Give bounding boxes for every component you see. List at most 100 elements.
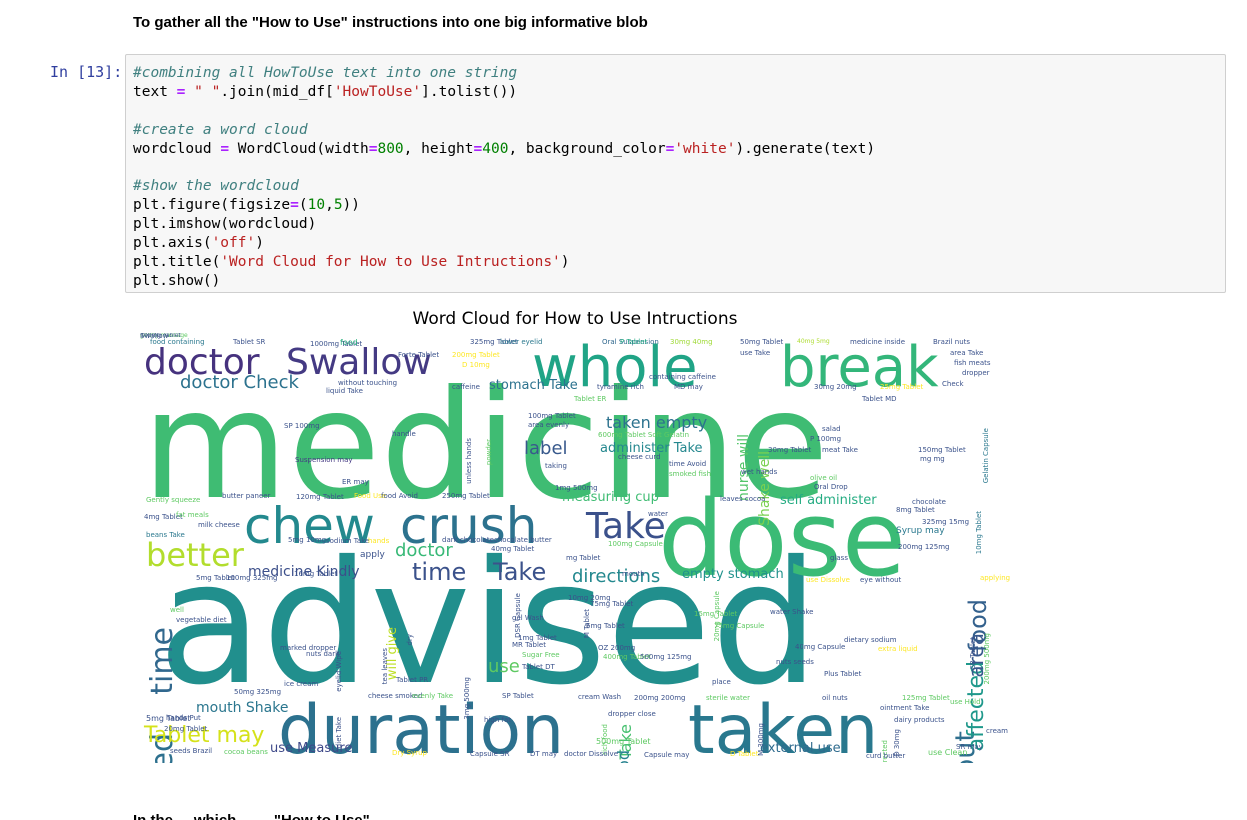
wordcloud-word: Sugar Free xyxy=(522,651,560,659)
wordcloud-word: butter paneer xyxy=(222,492,271,500)
wordcloud-word: stomach Take xyxy=(489,378,578,393)
wordcloud-word: Tablet PR xyxy=(396,676,429,684)
wordcloud-word: dairy products xyxy=(894,716,945,724)
wordcloud-word: Gently squeeze xyxy=(146,496,201,504)
wordcloud-word: Shake well xyxy=(757,451,773,526)
wordcloud-word: 16mg Tablet xyxy=(294,570,338,578)
wordcloud-word: medicine inside xyxy=(850,338,905,346)
wordcloud-word: mouth xyxy=(622,570,645,578)
wordcloud-word: caffeine xyxy=(452,383,480,391)
wordcloud-word: cream Take xyxy=(986,727,1010,735)
code-line: plt.figure(figsize=(10,5)) xyxy=(133,197,361,214)
markdown-heading: To gather all the "How to Use" instructi… xyxy=(133,14,648,31)
wordcloud-word: glass xyxy=(830,554,848,562)
wordcloud-word: cream Wash xyxy=(578,693,622,701)
wordcloud-word: 1mg 500mg xyxy=(555,484,598,492)
wordcloud-word: 50mg Tablet xyxy=(740,338,784,346)
wordcloud-word: eyelid Wipe xyxy=(335,651,343,692)
wordcloud-word: 100mg Tablet xyxy=(528,412,576,420)
wordcloud-word: dropper xyxy=(962,369,990,377)
wordcloud-word: time xyxy=(412,558,467,586)
wordcloud-word: P Tablet xyxy=(620,338,648,346)
wordcloud-word: Tablet MD xyxy=(862,395,897,403)
wordcloud-word: external use xyxy=(760,741,841,756)
wordcloud-word: 10mg Tablet xyxy=(975,511,983,555)
wordcloud-word: 40mg 5mg xyxy=(797,338,830,345)
wordcloud-word: diet Take xyxy=(335,717,343,749)
wordcloud-word: Dry Syrup xyxy=(392,749,427,757)
wordcloud-word: MR Tablet xyxy=(512,641,546,649)
wordcloud-word: taking xyxy=(545,462,567,470)
wordcloud-word: MD may xyxy=(674,383,703,391)
wordcloud-word: 100mg 325mg xyxy=(226,574,278,582)
wordcloud-word: smoked fish xyxy=(669,470,712,478)
wordcloud-word: use Hold xyxy=(950,698,981,706)
wordcloud-word: dropper close xyxy=(608,710,656,718)
wordcloud-word: tea leaves xyxy=(381,648,389,685)
wordcloud-word: OZ 200mg xyxy=(598,644,636,652)
wordcloud-word: use Dissolve xyxy=(806,576,850,584)
wordcloud-word: chocolate butter xyxy=(494,536,552,544)
wordcloud-word: SP 100mg xyxy=(284,422,320,430)
wordcloud-word: SP Tablet xyxy=(502,692,534,700)
wordcloud-word: liquid Take xyxy=(326,387,363,395)
wordcloud-word: dark chocolate xyxy=(442,536,494,544)
wordcloud-word: fish meats xyxy=(954,359,991,367)
wordcloud-word: doctor Dissolve xyxy=(564,750,619,758)
wordcloud-word: mg mg xyxy=(920,455,945,463)
wordcloud-word: oil nuts xyxy=(822,694,848,702)
wordcloud-word: 100mg Capsule xyxy=(608,540,663,548)
wordcloud-word: Forte Tablet xyxy=(398,351,440,359)
wordcloud-word: 500mg Tablet xyxy=(596,737,651,746)
wordcloud-word: D Tablet xyxy=(730,750,759,758)
wordcloud-word: Take xyxy=(493,558,547,586)
wordcloud-word: vegetable diet xyxy=(176,616,227,624)
wordcloud-word: 75mg Capsule xyxy=(714,622,765,630)
wordcloud-word: 40mg Capsule xyxy=(795,643,846,651)
wordcloud-word: DSR Capsule xyxy=(514,593,522,638)
wordcloud-word: cocoa beans xyxy=(224,748,268,756)
wordcloud-word: 200mg 200mg xyxy=(634,694,686,702)
wordcloud-word: 40mg Tablet xyxy=(491,545,535,553)
wordcloud-word: 200mg 500mg xyxy=(983,633,991,685)
plot-title: Word Cloud for How to Use Intructions xyxy=(412,309,738,329)
wordcloud-word: 30mg 20mg xyxy=(814,383,857,391)
wordcloud-word: 150mg Tablet xyxy=(918,446,966,454)
wordcloud-word: place xyxy=(712,678,731,686)
cell-prompt: In [13]: xyxy=(50,63,123,81)
code-editor[interactable]: #combining all HowToUse text into one st… xyxy=(133,64,875,291)
wordcloud-word: time Avoid xyxy=(669,460,707,468)
wordcloud-word: food xyxy=(614,750,633,763)
wordcloud-word: Tablet SR xyxy=(233,338,266,346)
wordcloud-word: 600mg Tablet Soft Gelatin xyxy=(598,431,690,439)
wordcloud-word: dietary sodium xyxy=(844,636,897,644)
wordcloud-word: 200mg 125mg xyxy=(898,543,950,551)
wordcloud-word: Check xyxy=(942,380,964,388)
wordcloud-word: eye without xyxy=(860,576,902,584)
wordcloud-word: containing caffeine xyxy=(649,373,716,381)
wordcloud-word: ice cream xyxy=(284,680,319,688)
wordcloud-word: handle xyxy=(392,430,416,438)
code-line: #show the wordcloud xyxy=(133,178,299,195)
wordcloud-word: hands xyxy=(368,537,390,545)
wordcloud-word: 325mg 15mg xyxy=(922,518,970,526)
wordcloud-word: fat meals xyxy=(176,511,209,519)
wordcloud-word: Brazil nuts xyxy=(933,338,971,346)
wordcloud-word: mg Tablet xyxy=(566,554,601,562)
wordcloud-word: food xyxy=(340,338,358,347)
wordcloud-word: extra liquid xyxy=(878,645,918,653)
wordcloud-word: better xyxy=(146,536,244,574)
wordcloud-image: medicine advised dose duration taken whole bre… xyxy=(140,333,1010,763)
wordcloud-word: cheese curd xyxy=(618,453,661,461)
wordcloud-word: 5mg 10mg xyxy=(288,536,327,544)
code-line: plt.imshow(wordcloud) xyxy=(133,216,317,233)
wordcloud-word: 125mg Tablet xyxy=(902,694,950,702)
wordcloud-word: sodium Take xyxy=(326,537,370,545)
wordcloud-word: Syrup may xyxy=(896,526,945,536)
wordcloud-word: Capsule SR xyxy=(470,750,510,758)
code-cell-input[interactable]: #combining all HowToUse text into one st… xyxy=(125,54,1226,293)
wordcloud-word: ER may xyxy=(342,478,369,486)
wordcloud-word: well xyxy=(170,606,184,614)
wordcloud-word: dry xyxy=(406,634,414,646)
